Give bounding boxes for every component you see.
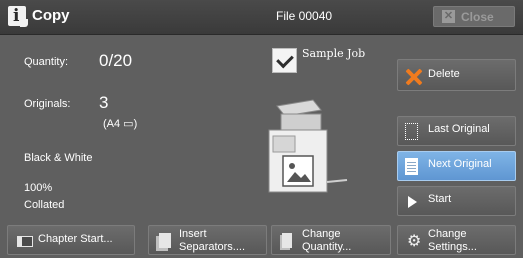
copier-icon: [268, 99, 348, 193]
last-original-label: Last Original: [428, 123, 490, 135]
next-original-button[interactable]: Next Original: [397, 151, 516, 181]
close-button[interactable]: ✕ Close: [433, 6, 515, 27]
file-name: File 00040: [276, 9, 333, 23]
change-settings-button[interactable]: ⚙ Change Settings...: [397, 225, 516, 255]
sample-job-label: Sample Job: [302, 47, 366, 60]
originals-label: Originals:: [24, 98, 71, 110]
delete-x-icon: [406, 69, 422, 85]
change-settings-line1: Change: [428, 228, 467, 240]
next-original-label: Next Original: [428, 158, 492, 170]
quantity-value: 0/20: [99, 51, 133, 70]
close-icon: ✕: [442, 10, 455, 23]
start-button[interactable]: Start: [397, 186, 516, 216]
chapter-icon: [17, 236, 33, 247]
change-settings-line2: Settings...: [428, 241, 477, 253]
delete-label: Delete: [428, 68, 460, 80]
app-title: Copy: [32, 7, 70, 24]
last-original-icon: [405, 123, 418, 140]
change-quantity-line1: Change: [302, 228, 341, 240]
gear-icon: ⚙: [407, 231, 422, 250]
insert-separators-line2: Separators....: [179, 241, 246, 253]
change-quantity-label: Change Quantity...: [302, 228, 351, 254]
scale-value: 100%: [24, 182, 53, 194]
chapter-start-label: Chapter Start...: [38, 233, 113, 245]
originals-value: 3: [99, 93, 109, 112]
originals-size: (A4 ▭): [103, 118, 138, 130]
separators-icon: [159, 233, 171, 248]
quantity-label: Quantity:: [24, 56, 69, 68]
title-bar: Copy File 00040 ✕ Close: [0, 0, 523, 35]
insert-separators-button[interactable]: Insert Separators....: [148, 225, 267, 255]
insert-separators-line1: Insert: [179, 228, 207, 240]
last-original-button[interactable]: Last Original: [397, 116, 516, 146]
delete-button[interactable]: Delete: [397, 59, 516, 91]
chapter-start-button[interactable]: Chapter Start...: [7, 225, 135, 255]
close-label: Close: [461, 10, 494, 24]
change-quantity-line2: Quantity...: [302, 241, 352, 253]
quantity-icon: [282, 233, 292, 248]
insert-separators-label: Insert Separators....: [179, 228, 245, 254]
start-label: Start: [428, 193, 452, 205]
collation-value: Collated: [24, 199, 65, 211]
change-quantity-button[interactable]: Change Quantity...: [271, 225, 391, 255]
sample-job-checkbox[interactable]: [272, 48, 297, 73]
change-settings-label: Change Settings...: [428, 228, 477, 254]
start-play-icon: [408, 196, 417, 208]
color-mode: Black & White: [24, 152, 93, 164]
info-icon: [8, 6, 28, 27]
next-original-icon: [405, 158, 418, 175]
